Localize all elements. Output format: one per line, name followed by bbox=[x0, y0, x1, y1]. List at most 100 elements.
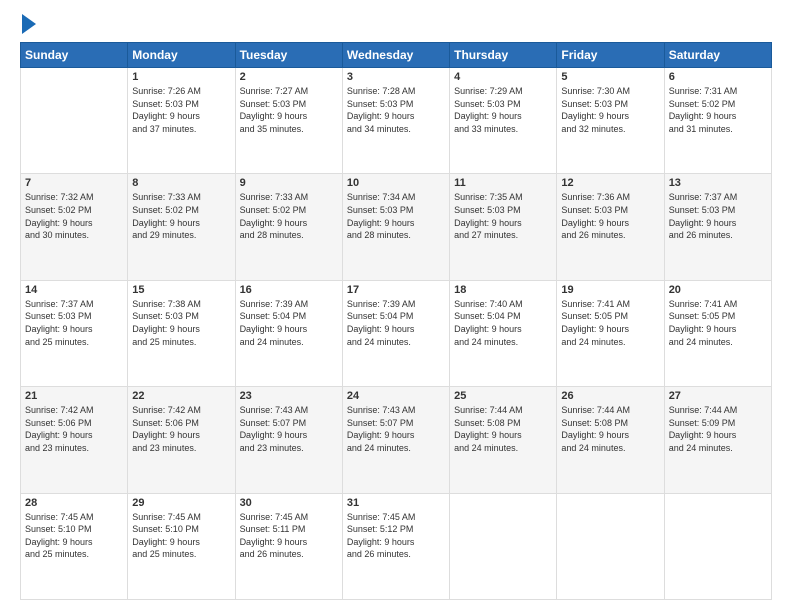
day-number: 22 bbox=[132, 390, 230, 402]
day-number: 23 bbox=[240, 390, 338, 402]
calendar-cell: 31 Sunrise: 7:45 AM Sunset: 5:12 PM Dayli… bbox=[342, 493, 449, 599]
day-info: Sunrise: 7:45 AM Sunset: 5:12 PM Dayligh… bbox=[347, 511, 445, 561]
calendar-week-row: 14 Sunrise: 7:37 AM Sunset: 5:03 PM Dayli… bbox=[21, 280, 772, 386]
calendar-cell: 13Sunrise: 7:37 AM Sunset: 5:03 PM Dayli… bbox=[664, 174, 771, 280]
calendar-cell: 28 Sunrise: 7:45 AM Sunset: 5:10 PM Dayli… bbox=[21, 493, 128, 599]
calendar-cell: 11Sunrise: 7:35 AM Sunset: 5:03 PM Dayli… bbox=[450, 174, 557, 280]
day-info: Sunrise: 7:30 AM Sunset: 5:03 PM Dayligh… bbox=[561, 85, 659, 135]
calendar-cell: 16 Sunrise: 7:39 AM Sunset: 5:04 PM Dayli… bbox=[235, 280, 342, 386]
calendar-cell: 19Sunrise: 7:41 AM Sunset: 5:05 PM Dayli… bbox=[557, 280, 664, 386]
calendar-cell: 3 Sunrise: 7:28 AM Sunset: 5:03 PM Daylig… bbox=[342, 68, 449, 174]
calendar-cell: 15 Sunrise: 7:38 AM Sunset: 5:03 PM Dayli… bbox=[128, 280, 235, 386]
day-number: 17 bbox=[347, 284, 445, 296]
day-info: Sunrise: 7:44 AM Sunset: 5:08 PM Dayligh… bbox=[561, 404, 659, 454]
calendar-cell bbox=[557, 493, 664, 599]
day-info: Sunrise: 7:39 AM Sunset: 5:04 PM Dayligh… bbox=[347, 298, 445, 348]
weekday-header: Friday bbox=[557, 43, 664, 68]
day-info: Sunrise: 7:42 AM Sunset: 5:06 PM Dayligh… bbox=[132, 404, 230, 454]
day-info: Sunrise: 7:31 AM Sunset: 5:02 PM Dayligh… bbox=[669, 85, 767, 135]
day-info: Sunrise: 7:43 AM Sunset: 5:07 PM Dayligh… bbox=[347, 404, 445, 454]
day-info: Sunrise: 7:45 AM Sunset: 5:10 PM Dayligh… bbox=[25, 511, 123, 561]
calendar-table: SundayMondayTuesdayWednesdayThursdayFrid… bbox=[20, 42, 772, 600]
calendar-cell: 14 Sunrise: 7:37 AM Sunset: 5:03 PM Dayli… bbox=[21, 280, 128, 386]
day-info: Sunrise: 7:35 AM Sunset: 5:03 PM Dayligh… bbox=[454, 191, 552, 241]
day-number: 28 bbox=[25, 497, 123, 509]
calendar-week-row: 28 Sunrise: 7:45 AM Sunset: 5:10 PM Dayli… bbox=[21, 493, 772, 599]
page: SundayMondayTuesdayWednesdayThursdayFrid… bbox=[0, 0, 792, 612]
weekday-header: Sunday bbox=[21, 43, 128, 68]
calendar-week-row: 21Sunrise: 7:42 AM Sunset: 5:06 PM Dayli… bbox=[21, 387, 772, 493]
day-info: Sunrise: 7:37 AM Sunset: 5:03 PM Dayligh… bbox=[25, 298, 123, 348]
day-number: 15 bbox=[132, 284, 230, 296]
calendar-cell: 4Sunrise: 7:29 AM Sunset: 5:03 PM Daylig… bbox=[450, 68, 557, 174]
calendar-cell: 27 Sunrise: 7:44 AM Sunset: 5:09 PM Dayli… bbox=[664, 387, 771, 493]
logo-arrow-icon bbox=[22, 14, 36, 34]
calendar-cell: 2 Sunrise: 7:27 AM Sunset: 5:03 PM Daylig… bbox=[235, 68, 342, 174]
day-number: 8 bbox=[132, 177, 230, 189]
calendar-cell: 7 Sunrise: 7:32 AM Sunset: 5:02 PM Daylig… bbox=[21, 174, 128, 280]
calendar-cell: 30 Sunrise: 7:45 AM Sunset: 5:11 PM Dayli… bbox=[235, 493, 342, 599]
day-number: 7 bbox=[25, 177, 123, 189]
day-number: 25 bbox=[454, 390, 552, 402]
day-info: Sunrise: 7:37 AM Sunset: 5:03 PM Dayligh… bbox=[669, 191, 767, 241]
day-number: 27 bbox=[669, 390, 767, 402]
day-info: Sunrise: 7:26 AM Sunset: 5:03 PM Dayligh… bbox=[132, 85, 230, 135]
day-number: 24 bbox=[347, 390, 445, 402]
calendar-cell: 24 Sunrise: 7:43 AM Sunset: 5:07 PM Dayli… bbox=[342, 387, 449, 493]
day-number: 16 bbox=[240, 284, 338, 296]
calendar-cell: 26 Sunrise: 7:44 AM Sunset: 5:08 PM Dayli… bbox=[557, 387, 664, 493]
day-info: Sunrise: 7:38 AM Sunset: 5:03 PM Dayligh… bbox=[132, 298, 230, 348]
calendar-cell: 25 Sunrise: 7:44 AM Sunset: 5:08 PM Dayli… bbox=[450, 387, 557, 493]
calendar-cell: 10 Sunrise: 7:34 AM Sunset: 5:03 PM Dayli… bbox=[342, 174, 449, 280]
day-info: Sunrise: 7:43 AM Sunset: 5:07 PM Dayligh… bbox=[240, 404, 338, 454]
weekday-header: Monday bbox=[128, 43, 235, 68]
weekday-header: Thursday bbox=[450, 43, 557, 68]
weekday-header: Wednesday bbox=[342, 43, 449, 68]
day-info: Sunrise: 7:34 AM Sunset: 5:03 PM Dayligh… bbox=[347, 191, 445, 241]
day-info: Sunrise: 7:40 AM Sunset: 5:04 PM Dayligh… bbox=[454, 298, 552, 348]
day-info: Sunrise: 7:41 AM Sunset: 5:05 PM Dayligh… bbox=[561, 298, 659, 348]
calendar-cell bbox=[450, 493, 557, 599]
day-number: 2 bbox=[240, 71, 338, 83]
day-number: 1 bbox=[132, 71, 230, 83]
calendar-cell: 17 Sunrise: 7:39 AM Sunset: 5:04 PM Dayli… bbox=[342, 280, 449, 386]
day-info: Sunrise: 7:39 AM Sunset: 5:04 PM Dayligh… bbox=[240, 298, 338, 348]
day-number: 26 bbox=[561, 390, 659, 402]
calendar-cell: 20Sunrise: 7:41 AM Sunset: 5:05 PM Dayli… bbox=[664, 280, 771, 386]
calendar-week-row: 7 Sunrise: 7:32 AM Sunset: 5:02 PM Daylig… bbox=[21, 174, 772, 280]
day-number: 18 bbox=[454, 284, 552, 296]
day-number: 20 bbox=[669, 284, 767, 296]
weekday-header: Tuesday bbox=[235, 43, 342, 68]
day-number: 14 bbox=[25, 284, 123, 296]
day-number: 10 bbox=[347, 177, 445, 189]
day-number: 30 bbox=[240, 497, 338, 509]
day-number: 5 bbox=[561, 71, 659, 83]
calendar-cell: 29 Sunrise: 7:45 AM Sunset: 5:10 PM Dayli… bbox=[128, 493, 235, 599]
calendar-cell bbox=[664, 493, 771, 599]
day-info: Sunrise: 7:33 AM Sunset: 5:02 PM Dayligh… bbox=[240, 191, 338, 241]
day-number: 9 bbox=[240, 177, 338, 189]
day-info: Sunrise: 7:44 AM Sunset: 5:08 PM Dayligh… bbox=[454, 404, 552, 454]
day-info: Sunrise: 7:29 AM Sunset: 5:03 PM Dayligh… bbox=[454, 85, 552, 135]
day-number: 12 bbox=[561, 177, 659, 189]
header bbox=[20, 16, 772, 34]
day-number: 29 bbox=[132, 497, 230, 509]
day-info: Sunrise: 7:28 AM Sunset: 5:03 PM Dayligh… bbox=[347, 85, 445, 135]
day-info: Sunrise: 7:42 AM Sunset: 5:06 PM Dayligh… bbox=[25, 404, 123, 454]
calendar-cell: 12 Sunrise: 7:36 AM Sunset: 5:03 PM Dayli… bbox=[557, 174, 664, 280]
calendar-header-row: SundayMondayTuesdayWednesdayThursdayFrid… bbox=[21, 43, 772, 68]
calendar-cell: 21Sunrise: 7:42 AM Sunset: 5:06 PM Dayli… bbox=[21, 387, 128, 493]
day-info: Sunrise: 7:36 AM Sunset: 5:03 PM Dayligh… bbox=[561, 191, 659, 241]
day-number: 3 bbox=[347, 71, 445, 83]
day-info: Sunrise: 7:32 AM Sunset: 5:02 PM Dayligh… bbox=[25, 191, 123, 241]
day-number: 31 bbox=[347, 497, 445, 509]
calendar-cell bbox=[21, 68, 128, 174]
day-number: 6 bbox=[669, 71, 767, 83]
calendar-cell: 6 Sunrise: 7:31 AM Sunset: 5:02 PM Daylig… bbox=[664, 68, 771, 174]
day-info: Sunrise: 7:27 AM Sunset: 5:03 PM Dayligh… bbox=[240, 85, 338, 135]
day-info: Sunrise: 7:45 AM Sunset: 5:10 PM Dayligh… bbox=[132, 511, 230, 561]
calendar-cell: 23 Sunrise: 7:43 AM Sunset: 5:07 PM Dayli… bbox=[235, 387, 342, 493]
logo bbox=[20, 16, 36, 34]
day-info: Sunrise: 7:44 AM Sunset: 5:09 PM Dayligh… bbox=[669, 404, 767, 454]
day-info: Sunrise: 7:45 AM Sunset: 5:11 PM Dayligh… bbox=[240, 511, 338, 561]
